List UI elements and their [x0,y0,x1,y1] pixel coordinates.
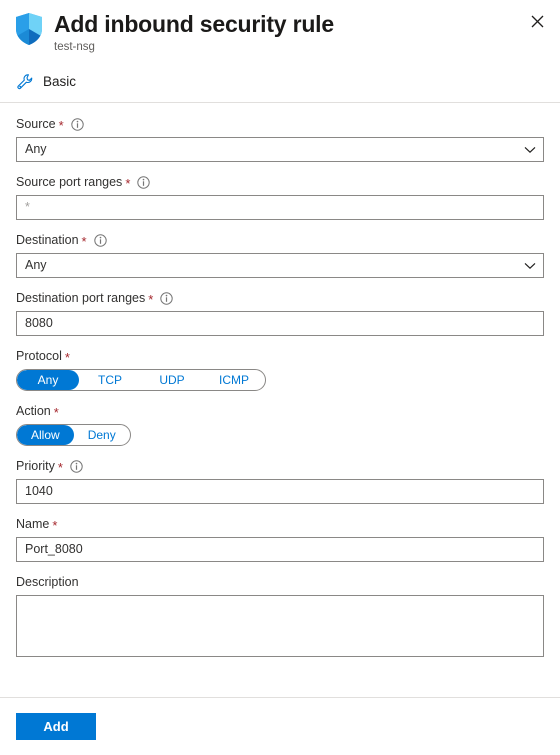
info-icon[interactable] [70,459,83,473]
destination-port-ranges-value: 8080 [25,316,53,330]
priority-value: 1040 [25,484,53,498]
field-source: Source * Any [16,115,544,162]
info-icon[interactable] [93,233,107,247]
destination-port-ranges-label: Destination port ranges [16,290,146,305]
destination-port-ranges-input[interactable]: 8080 [16,311,544,336]
required-indicator: * [58,117,64,133]
required-indicator: * [64,349,70,365]
destination-label-row: Destination * [16,231,544,249]
basic-section-header: Basic [0,62,560,102]
source-label-row: Source * [16,115,544,133]
chevron-down-icon[interactable] [517,254,543,277]
field-name: Name * Port_8080 [16,515,544,562]
protocol-option-any[interactable]: Any [17,370,79,390]
source-dropdown[interactable]: Any [16,137,544,162]
description-label-row: Description [16,573,544,591]
source-port-ranges-label: Source port ranges [16,174,123,189]
destination-value: Any [25,258,47,272]
protocol-option-tcp[interactable]: TCP [79,370,141,390]
protocol-label-row: Protocol * [16,347,544,365]
field-protocol: Protocol * Any TCP UDP ICMP [16,347,544,391]
source-port-ranges-input[interactable]: * [16,195,544,220]
chevron-down-icon[interactable] [517,138,543,161]
field-description: Description [16,573,544,657]
description-label: Description [16,574,79,589]
page-title: Add inbound security rule [54,11,334,37]
shield-icon [14,12,44,46]
destination-label: Destination [16,232,79,247]
priority-label-row: Priority * [16,457,544,475]
info-icon[interactable] [160,291,174,305]
wrench-icon [16,73,34,91]
protocol-option-udp[interactable]: UDP [141,370,203,390]
action-option-deny[interactable]: Deny [74,425,130,445]
action-toggle-group[interactable]: Allow Deny [16,424,131,446]
action-label: Action [16,403,51,418]
required-indicator: * [52,517,58,533]
field-destination-port-ranges: Destination port ranges * 8080 [16,289,544,336]
priority-label: Priority [16,458,55,473]
basic-label: Basic [43,74,77,89]
form-body: Source * Any Source port ranges * * Dest… [0,103,560,657]
page-subtitle: test-nsg [54,41,95,53]
required-indicator: * [148,291,154,307]
required-indicator: * [57,459,63,475]
required-indicator: * [81,233,87,249]
field-action: Action * Allow Deny [16,402,544,446]
info-icon[interactable] [137,175,151,189]
source-port-ranges-value: * [25,200,30,214]
protocol-label: Protocol [16,348,62,363]
name-value: Port_8080 [25,542,83,556]
field-priority: Priority * 1040 [16,457,544,504]
field-source-port-ranges: Source port ranges * * [16,173,544,220]
required-indicator: * [53,404,59,420]
source-label: Source [16,116,56,131]
action-option-allow[interactable]: Allow [17,425,74,445]
name-label-row: Name * [16,515,544,533]
info-icon[interactable] [70,117,84,131]
description-textarea[interactable] [16,595,544,657]
add-button[interactable]: Add [16,713,96,740]
destination-dropdown[interactable]: Any [16,253,544,278]
close-button[interactable] [524,8,550,34]
field-destination: Destination * Any [16,231,544,278]
source-port-ranges-label-row: Source port ranges * [16,173,544,191]
destination-port-ranges-label-row: Destination port ranges * [16,289,544,307]
source-value: Any [25,142,47,156]
required-indicator: * [125,175,131,191]
footer-bar: Add [0,697,560,755]
protocol-toggle-group[interactable]: Any TCP UDP ICMP [16,369,266,391]
priority-input[interactable]: 1040 [16,479,544,504]
action-label-row: Action * [16,402,544,420]
panel-header: Add inbound security rule test-nsg [0,0,560,53]
name-label: Name [16,516,50,531]
close-icon [531,15,544,28]
protocol-option-icmp[interactable]: ICMP [203,370,265,390]
name-input[interactable]: Port_8080 [16,537,544,562]
